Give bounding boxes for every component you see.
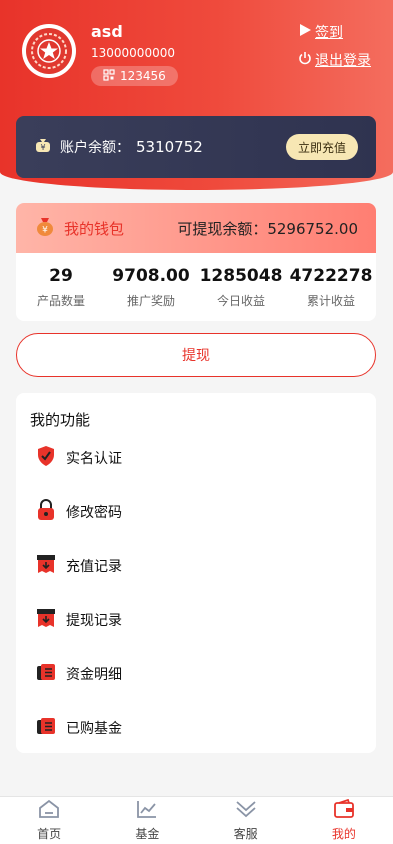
func-label: 实名认证 (66, 451, 122, 467)
functions-panel: 我的功能 实名认证 修改密码 充值记录 提现记录 资金明细 已购基金 (16, 393, 376, 753)
service-icon (235, 799, 257, 822)
tab-home[interactable]: 首页 (0, 797, 98, 844)
money-bag-icon: ¥ (34, 136, 52, 158)
home-icon (38, 799, 60, 822)
stat-label: 推广奖励 (126, 293, 175, 308)
stat-value: 1285048 (199, 265, 283, 286)
func-label: 提现记录 (66, 613, 122, 629)
func-change-password[interactable]: 修改密码 (36, 499, 122, 525)
checkin-label: 签到 (315, 25, 343, 41)
wallet-bag-icon: ¥ (34, 215, 56, 241)
avatar[interactable] (22, 24, 76, 78)
wallet-icon (333, 798, 355, 822)
tab-fund[interactable]: 基金 (98, 797, 196, 844)
func-real-name-verify[interactable]: 实名认证 (36, 445, 122, 471)
func-withdraw-record[interactable]: 提现记录 (36, 607, 122, 633)
func-fund-details[interactable]: 资金明细 (36, 661, 122, 687)
svg-text:¥: ¥ (40, 143, 45, 152)
withdraw-record-icon (36, 607, 56, 633)
balance-label: 账户余额： (60, 140, 130, 156)
func-recharge-record[interactable]: 充值记录 (36, 553, 122, 579)
withdrawable-balance: 可提现余额：5296752.00 (177, 218, 358, 239)
wallet-stats: 29 产品数量 9708.00 推广奖励 1285048 今日收益 472227… (16, 253, 376, 321)
func-purchased-funds[interactable]: 已购基金 (36, 715, 122, 741)
fund-icon (36, 715, 56, 741)
wallet-card: ¥ 我的钱包 可提现余额：5296752.00 29 产品数量 9708.00 … (16, 203, 376, 321)
lock-icon (36, 499, 56, 525)
stat-value: 9708.00 (112, 265, 190, 286)
logout-label: 退出登录 (315, 53, 371, 69)
tab-label: 首页 (37, 827, 62, 841)
recharge-record-icon (36, 553, 56, 579)
qr-code-icon (103, 68, 115, 84)
bottom-tabbar: 首页 基金 客服 我的 (0, 796, 393, 844)
stat-label: 今日收益 (216, 293, 265, 308)
recharge-button[interactable]: 立即充值 (285, 134, 358, 160)
wallet-header: ¥ 我的钱包 可提现余额：5296752.00 (16, 203, 376, 253)
withdrawable-label: 可提现余额： (177, 219, 268, 238)
shield-check-icon (36, 445, 56, 471)
tab-mine[interactable]: 我的 (295, 797, 393, 844)
stat-total-earnings: 4722278 累计收益 (286, 253, 376, 321)
stat-label: 累计收益 (306, 293, 355, 308)
func-label: 充值记录 (66, 559, 122, 575)
tab-service[interactable]: 客服 (197, 797, 295, 844)
stat-product-count: 29 产品数量 (16, 253, 106, 321)
tab-label: 基金 (135, 827, 160, 841)
logout-button[interactable]: 退出登录 (298, 50, 371, 70)
ledger-icon (36, 661, 56, 687)
functions-title: 我的功能 (30, 411, 91, 429)
checkin-button[interactable]: 签到 (298, 22, 343, 42)
chart-icon (136, 799, 158, 822)
func-label: 资金明细 (66, 667, 122, 683)
tab-label: 客服 (233, 827, 258, 841)
svg-text:¥: ¥ (42, 226, 48, 236)
power-icon (298, 51, 312, 69)
balance-value: 5310752 (136, 138, 203, 156)
withdrawable-value: 5296752.00 (267, 219, 358, 238)
stat-value: 29 (49, 265, 73, 286)
stat-today-earnings: 1285048 今日收益 (196, 253, 286, 321)
func-label: 已购基金 (66, 721, 122, 737)
invite-code: 123456 (120, 69, 166, 83)
invite-code-badge[interactable]: 123456 (91, 66, 178, 86)
withdraw-button[interactable]: 提现 (16, 333, 376, 377)
username: asd (91, 22, 123, 41)
stat-promotion-reward: 9708.00 推广奖励 (106, 253, 196, 321)
tab-label: 我的 (331, 827, 356, 841)
balance-card: ¥ 账户余额： 5310752 立即充值 (16, 116, 376, 178)
wallet-title: 我的钱包 (64, 219, 125, 238)
avatar-emblem-icon (26, 28, 72, 74)
play-icon (298, 23, 312, 41)
func-label: 修改密码 (66, 505, 122, 521)
stat-label: 产品数量 (36, 293, 85, 308)
phone-number: 13000000000 (91, 46, 175, 60)
stat-value: 4722278 (289, 265, 373, 286)
